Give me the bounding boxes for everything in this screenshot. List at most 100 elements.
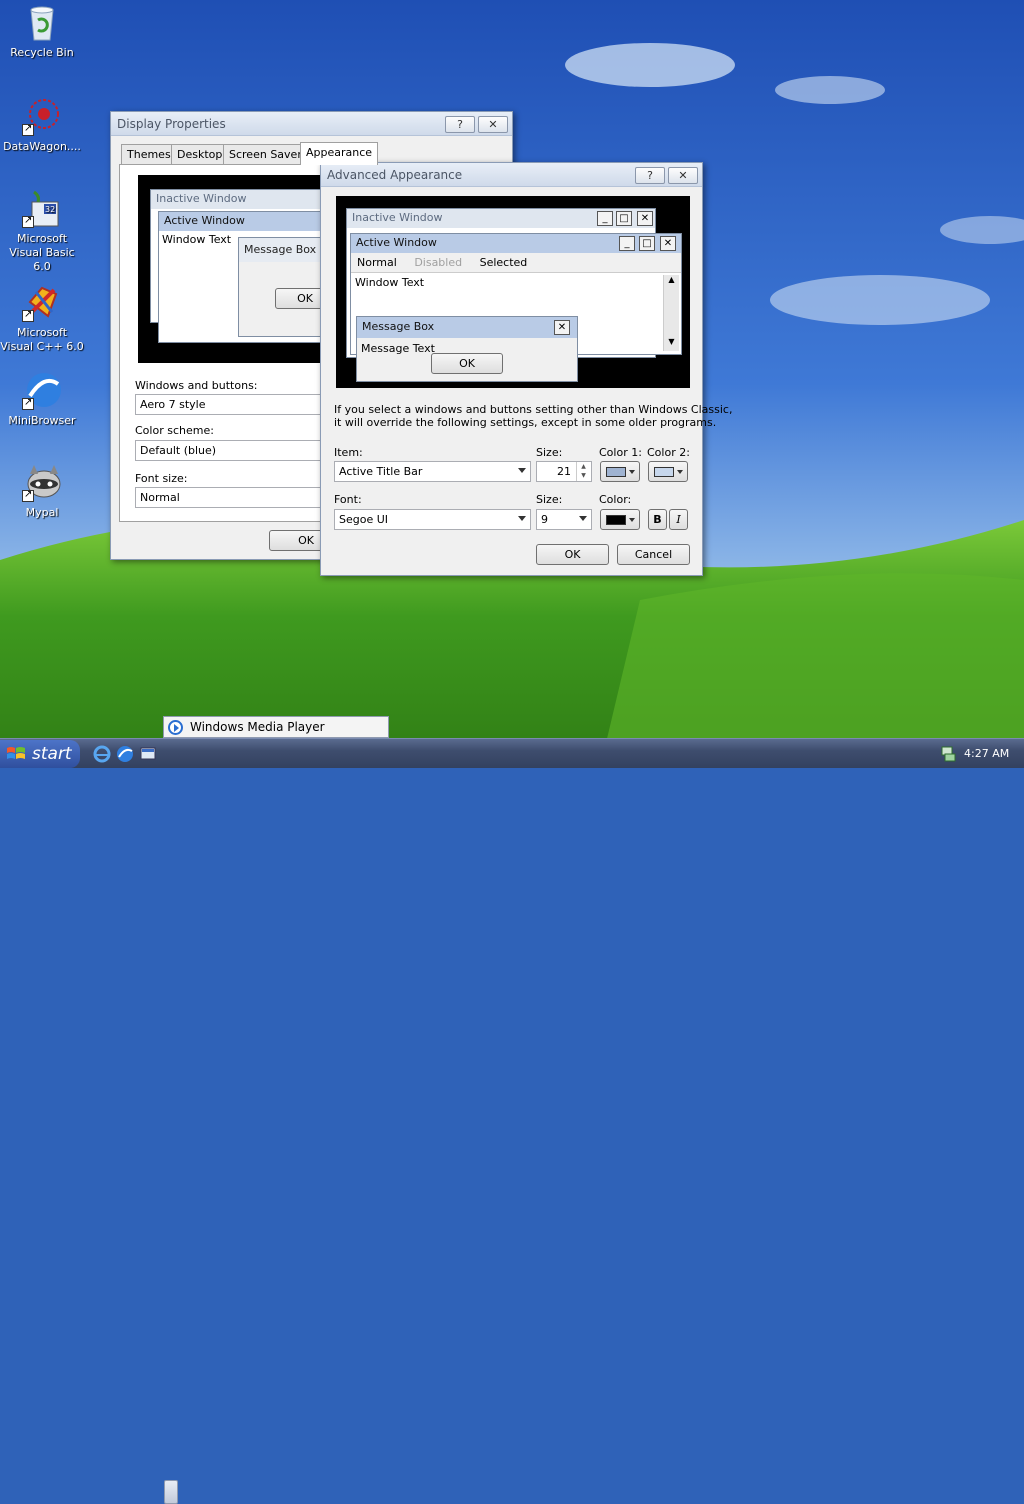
tab-appearance[interactable]: Appearance — [300, 142, 379, 165]
visual-basic-desktop-icon[interactable]: 32 Microsoft Visual Basic 6.0 — [0, 188, 84, 274]
windows-buttons-select[interactable]: Aero 7 style — [135, 394, 335, 415]
close-icon: ✕ — [554, 320, 570, 335]
chevron-down-icon — [518, 468, 526, 473]
chevron-down-icon — [629, 518, 635, 522]
adv-preview-menu-disabled: Disabled — [414, 256, 463, 269]
shortcut-arrow-icon — [22, 308, 34, 322]
start-label: start — [32, 744, 72, 764]
color-scheme-value: Default (blue) — [140, 444, 217, 457]
color-scheme-select[interactable]: Default (blue) — [135, 440, 335, 461]
advanced-appearance-window: Advanced Appearance ? ✕ Inactive Window … — [320, 162, 732, 576]
display-properties-title: Display Properties — [117, 117, 226, 131]
visual-cpp-icon — [22, 282, 62, 322]
adv-preview-menu-bar: Normal Disabled Selected — [351, 253, 681, 273]
chevron-down-icon — [579, 516, 587, 521]
start-button[interactable]: start — [0, 740, 80, 768]
adv-preview-scrollbar: ▲ ▼ — [663, 275, 679, 351]
minibrowser-desktop-icon[interactable]: MiniBrowser — [0, 370, 84, 428]
color1-swatch — [606, 467, 626, 477]
visual-basic-icon: 32 — [22, 188, 62, 228]
adv-preview-ok-button: OK — [431, 353, 503, 374]
datawagon-desktop-icon[interactable]: DataWagon.... — [0, 96, 84, 154]
font-color-label: Color: — [599, 493, 632, 506]
visual-cpp-label-line1: Microsoft — [16, 326, 68, 339]
advanced-help-button[interactable]: ? — [635, 167, 665, 184]
mypal-desktop-icon[interactable]: Mypal — [0, 462, 84, 520]
shortcut-arrow-icon — [22, 122, 34, 136]
chevron-down-icon — [629, 470, 635, 474]
windows-buttons-label: Windows and buttons: — [135, 379, 258, 392]
font-value: Segoe UI — [339, 513, 389, 526]
preview-inactive-titlebar: Inactive Window — [151, 190, 327, 209]
adv-preview-menu-normal: Normal — [357, 256, 397, 269]
recycle-bin-icon — [22, 2, 62, 42]
internet-explorer-icon[interactable] — [93, 745, 111, 763]
item-size-value: 21 — [557, 465, 571, 478]
display-properties-close-button[interactable]: ✕ — [478, 116, 508, 133]
show-desktop-icon[interactable] — [139, 745, 157, 763]
font-size-select[interactable]: 9 — [536, 509, 592, 530]
taskbar: start 4:27 AM — [0, 738, 1024, 1504]
tab-desktop[interactable]: Desktop — [171, 144, 229, 164]
item-select[interactable]: Active Title Bar — [334, 461, 531, 482]
taskbar-clock[interactable]: 4:27 AM — [964, 747, 1009, 760]
color2-swatch — [654, 467, 674, 477]
adv-preview-message-box-titlebar: Message Box — [357, 317, 577, 338]
scroll-down-icon: ▼ — [668, 337, 675, 346]
advanced-note-line1: If you select a windows and buttons sett… — [334, 403, 733, 416]
advanced-cancel-button[interactable]: Cancel — [617, 544, 690, 565]
font-size-select[interactable]: Normal — [135, 487, 335, 508]
shortcut-arrow-icon — [22, 488, 34, 502]
adv-preview-message-box: Message Box ✕ Message Text OK — [356, 316, 578, 382]
item-size-label: Size: — [536, 446, 563, 459]
advanced-preview: Inactive Window _ □ ✕ Active Window _ □ … — [336, 196, 690, 388]
advanced-ok-button[interactable]: OK — [536, 544, 609, 565]
mypal-label: Mypal — [25, 506, 59, 519]
close-icon: ✕ — [660, 236, 676, 251]
shortcut-arrow-icon — [22, 214, 34, 228]
minibrowser-icon — [22, 370, 62, 410]
bold-button[interactable]: B — [648, 509, 667, 530]
font-label: Font: — [334, 493, 362, 506]
windows-media-player-tooltip[interactable]: Windows Media Player — [163, 716, 389, 738]
italic-button[interactable]: I — [669, 509, 688, 530]
chevron-down-icon — [677, 470, 683, 474]
shortcut-arrow-icon — [22, 396, 34, 410]
network-tray-icon[interactable] — [940, 745, 956, 763]
advanced-appearance-titlebar[interactable]: Advanced Appearance ? ✕ — [321, 163, 702, 187]
display-properties-help-button[interactable]: ? — [445, 116, 475, 133]
advanced-appearance-title: Advanced Appearance — [327, 168, 463, 182]
item-value: Active Title Bar — [339, 465, 423, 478]
close-icon: ✕ — [637, 211, 653, 226]
item-size-stepper[interactable]: 21 ▲ ▼ — [536, 461, 592, 482]
tab-themes[interactable]: Themes — [121, 144, 177, 164]
taskbar-window-button[interactable] — [164, 1480, 178, 1504]
recycle-bin-desktop-icon[interactable]: Recycle Bin — [0, 2, 84, 60]
mypal-raccoon-icon — [22, 462, 62, 502]
tab-screen-saver[interactable]: Screen Saver — [223, 144, 308, 164]
windows-logo-icon — [7, 747, 25, 759]
visual-basic-label-line1: Microsoft — [16, 232, 68, 245]
display-properties-titlebar[interactable]: Display Properties ? ✕ — [111, 112, 512, 136]
datawagon-icon — [22, 96, 62, 136]
appearance-preview: Inactive Window Active Window Window Tex… — [138, 175, 335, 363]
color1-label: Color 1: — [599, 446, 642, 459]
color2-picker[interactable] — [648, 461, 688, 482]
font-color-picker[interactable] — [600, 509, 640, 530]
minimize-icon: _ — [597, 211, 613, 226]
maximize-icon: □ — [639, 236, 655, 251]
font-select[interactable]: Segoe UI — [334, 509, 531, 530]
advanced-close-button[interactable]: ✕ — [668, 167, 698, 184]
visual-cpp-desktop-icon[interactable]: Microsoft Visual C++ 6.0 — [0, 282, 84, 354]
chevron-down-icon — [518, 516, 526, 521]
adv-preview-window-text: Window Text — [355, 276, 425, 289]
preview-message-box-titlebar: Message Box — [239, 238, 327, 262]
minibrowser-quicklaunch-icon[interactable] — [116, 745, 134, 763]
font-size-value: 9 — [541, 513, 548, 526]
minimize-icon: _ — [619, 236, 635, 251]
font-size-label: Font size: — [135, 472, 188, 485]
spin-arrows-icon: ▲ ▼ — [576, 462, 590, 481]
color1-picker[interactable] — [600, 461, 640, 482]
font-size-value: Normal — [140, 491, 180, 504]
maximize-icon: □ — [616, 211, 632, 226]
